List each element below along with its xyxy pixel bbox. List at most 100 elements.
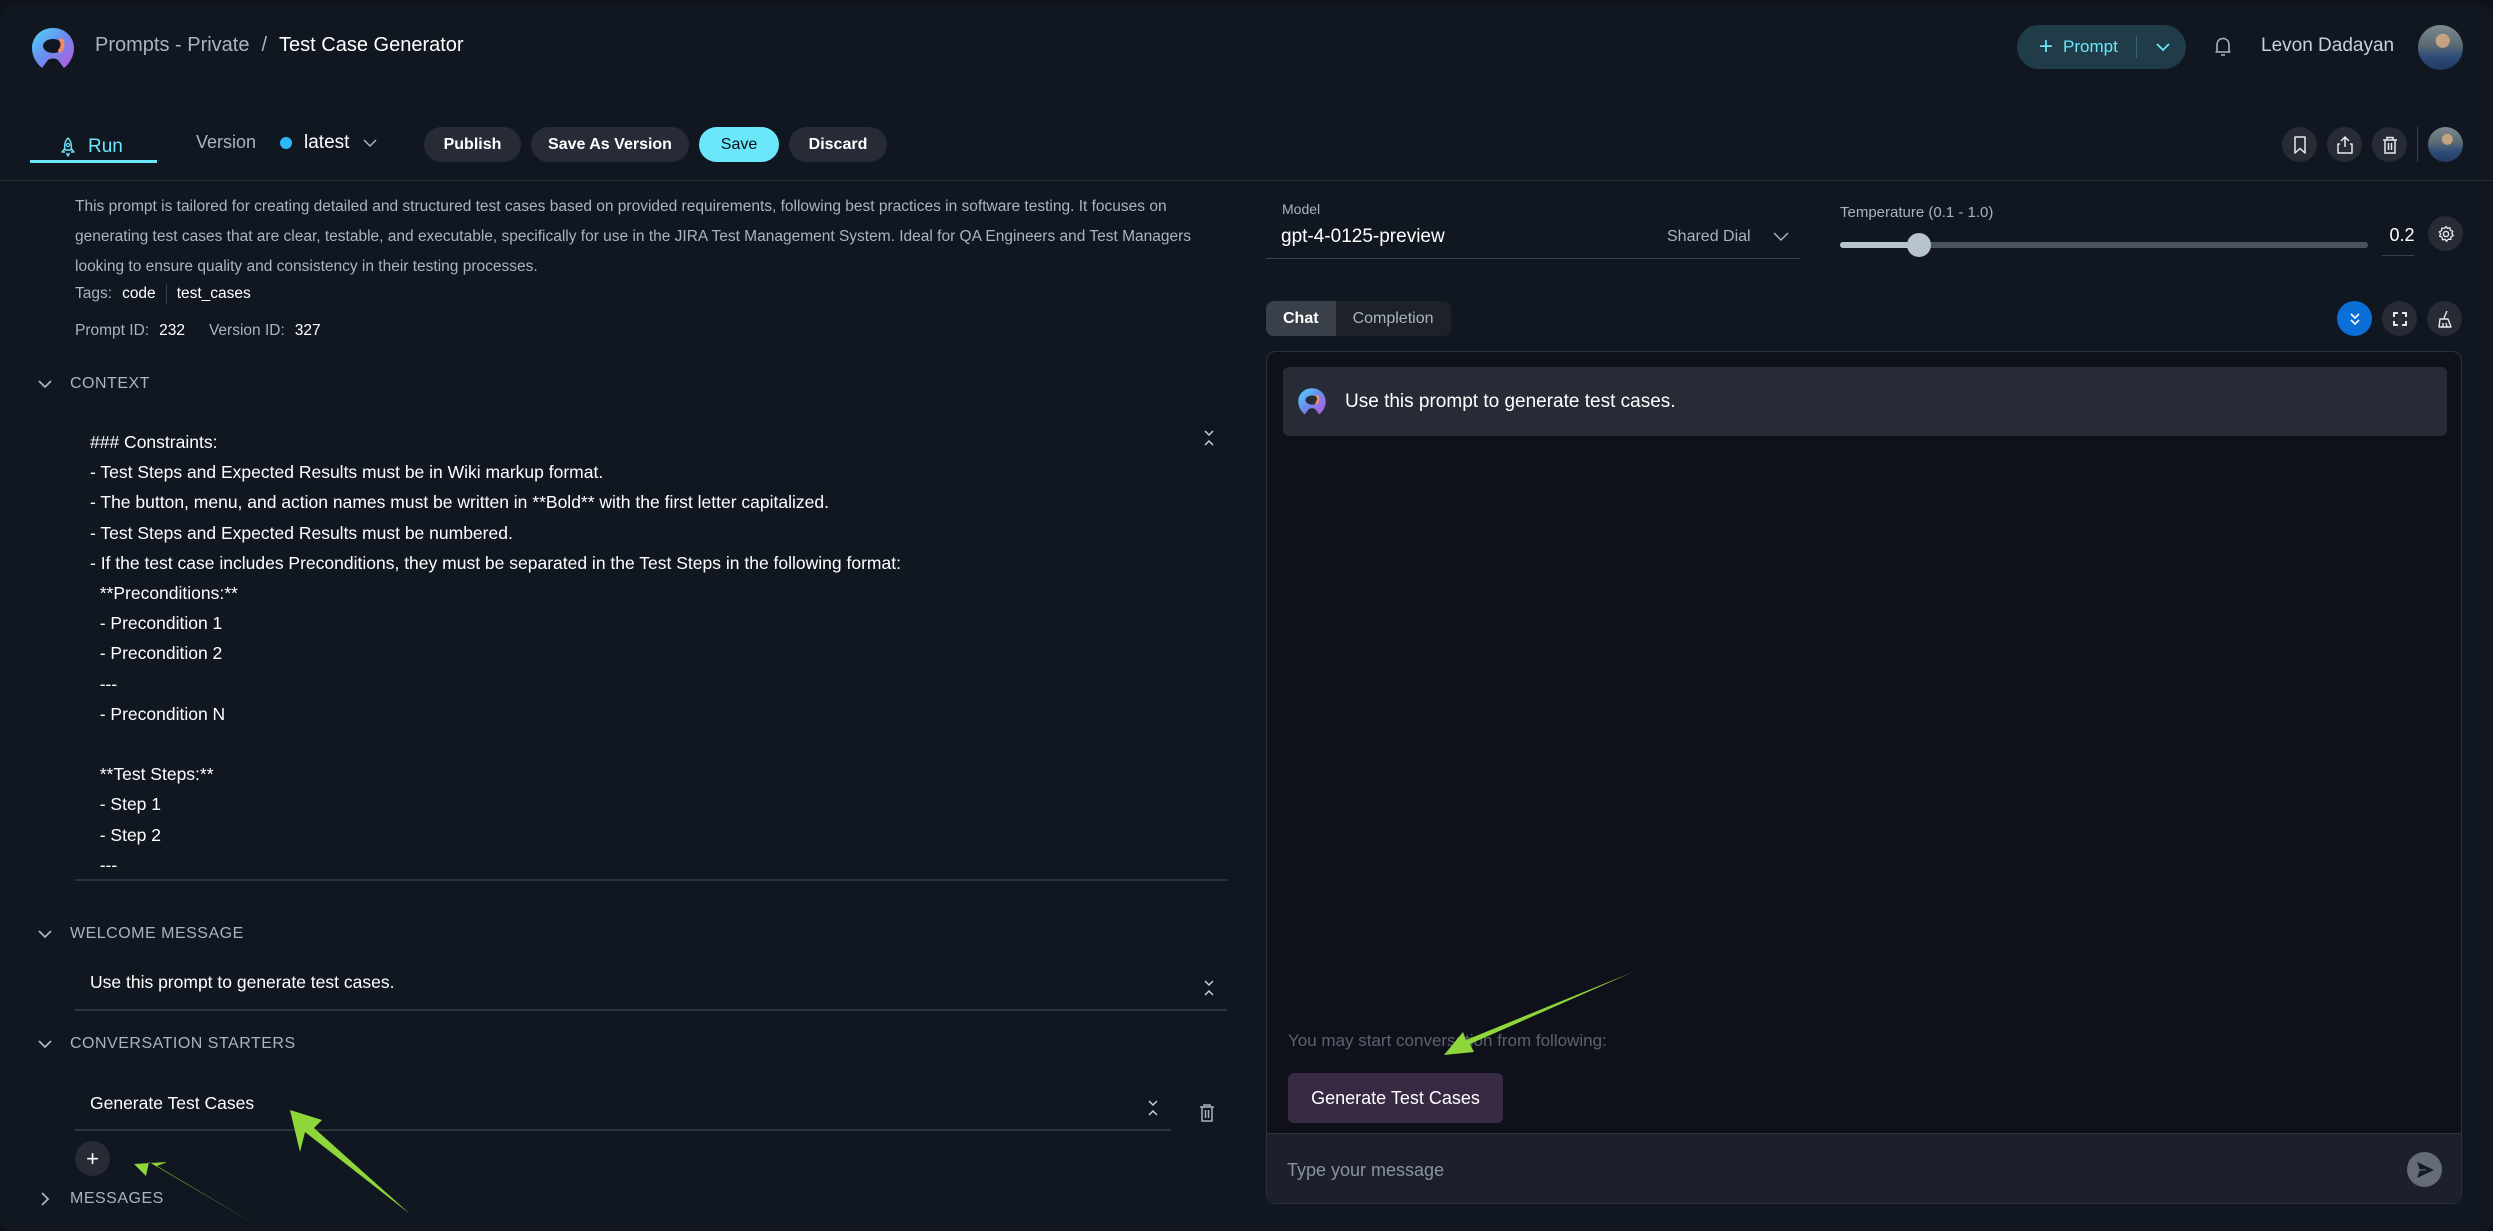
user-name[interactable]: Levon Dadayan xyxy=(2261,35,2394,57)
toolbar-divider xyxy=(2417,127,2418,162)
mode-completion[interactable]: Completion xyxy=(1336,301,1451,336)
temperature-label: Temperature (0.1 - 1.0) xyxy=(1840,204,1994,221)
section-title: CONVERSATION STARTERS xyxy=(70,1035,296,1052)
section-welcome-header[interactable]: WELCOME MESSAGE xyxy=(36,925,244,943)
model-field-underline xyxy=(1266,258,1800,259)
section-context-header[interactable]: CONTEXT xyxy=(36,375,150,393)
context-field-underline xyxy=(75,879,1227,881)
mode-chat[interactable]: Chat xyxy=(1266,301,1336,336)
version-id-label: Version ID: xyxy=(208,322,285,339)
tag[interactable]: code xyxy=(122,285,156,303)
app-logo[interactable] xyxy=(30,26,76,72)
chevron-down-icon xyxy=(1773,232,1789,242)
assistant-avatar-icon xyxy=(1298,387,1326,414)
plus-icon: + xyxy=(2039,33,2054,60)
starter-hint: You may start conversation from followin… xyxy=(1288,1031,1607,1050)
rocket-icon xyxy=(61,137,75,157)
breadcrumb-separator: / xyxy=(261,34,268,56)
breadcrumb: Prompts - Private / Test Case Generator xyxy=(95,34,464,57)
discard-button[interactable]: Discard xyxy=(789,127,887,162)
version-status-dot xyxy=(280,137,292,149)
model-source[interactable]: Shared Dial xyxy=(1667,228,1789,246)
share-icon xyxy=(2336,135,2353,154)
broom-icon xyxy=(2437,310,2452,328)
starter-field-underline xyxy=(75,1129,1171,1131)
export-button[interactable] xyxy=(2327,127,2362,162)
temperature-value-input[interactable]: 0.2 xyxy=(2386,225,2418,246)
assistant-welcome-message: Use this prompt to generate test cases. xyxy=(1283,367,2447,436)
bell-icon[interactable] xyxy=(2210,34,2236,60)
save-button[interactable]: Save xyxy=(699,127,779,162)
collapse-expand-icon[interactable] xyxy=(1202,979,1216,997)
version-id-value: 327 xyxy=(294,322,321,339)
version-label: Version xyxy=(196,132,257,152)
header-divider xyxy=(0,180,2493,181)
tag[interactable]: test_cases xyxy=(177,285,251,303)
collapse-expand-icon[interactable] xyxy=(1202,429,1216,447)
chevron-down-icon xyxy=(38,1040,52,1049)
chevron-down-icon xyxy=(38,380,52,389)
publish-button[interactable]: Publish xyxy=(424,127,521,162)
chevron-down-icon xyxy=(38,930,52,939)
tags-label: Tags: xyxy=(75,285,113,302)
version-select[interactable]: latest xyxy=(304,132,377,154)
new-prompt-label: Prompt xyxy=(2063,37,2118,56)
send-icon xyxy=(2416,1161,2434,1178)
trash-icon xyxy=(2382,136,2397,154)
double-chevron-down-icon xyxy=(2349,312,2360,325)
prompt-id-label: Prompt ID: xyxy=(75,322,150,339)
welcome-message-text: Use this prompt to generate test cases. xyxy=(1345,390,1676,412)
section-starters-header[interactable]: CONVERSATION STARTERS xyxy=(36,1035,296,1053)
fullscreen-button[interactable] xyxy=(2382,301,2417,336)
version-value: latest xyxy=(304,132,350,153)
breadcrumb-current: Test Case Generator xyxy=(279,34,464,56)
temperature-input-underline xyxy=(2382,255,2414,256)
active-tab-indicator xyxy=(30,160,157,163)
scroll-to-bottom-button[interactable] xyxy=(2337,301,2372,336)
section-title: WELCOME MESSAGE xyxy=(70,925,244,942)
breadcrumb-parent[interactable]: Prompts - Private xyxy=(95,34,249,57)
new-prompt-button[interactable]: + Prompt xyxy=(2017,25,2186,69)
delete-prompt-button[interactable] xyxy=(2372,127,2407,162)
delete-starter-icon[interactable] xyxy=(1198,1103,1216,1123)
add-starter-button[interactable]: + xyxy=(75,1141,110,1176)
mode-toggle: Chat Completion xyxy=(1266,301,1451,336)
id-row: Prompt ID: 232 Version ID: 327 xyxy=(75,322,335,340)
welcome-message-input[interactable]: Use this prompt to generate test cases. xyxy=(90,972,394,993)
model-source-label: Shared Dial xyxy=(1667,228,1751,245)
model-select-value[interactable]: gpt-4-0125-preview xyxy=(1281,226,1445,248)
send-button[interactable] xyxy=(2407,1152,2442,1187)
gear-icon xyxy=(2438,225,2454,242)
section-messages-header[interactable]: MESSAGES xyxy=(36,1190,164,1208)
user-avatar[interactable] xyxy=(2418,25,2463,70)
context-textarea[interactable]: ### Constraints: - Test Steps and Expect… xyxy=(90,427,1190,880)
app-window: Prompts - Private / Test Case Generator … xyxy=(0,4,2493,1231)
welcome-field-underline xyxy=(75,1009,1227,1011)
collapse-expand-icon[interactable] xyxy=(1146,1099,1160,1117)
fullscreen-icon xyxy=(2392,311,2407,326)
save-as-version-button[interactable]: Save As Version xyxy=(531,127,689,162)
tags-row: Tags: code test_cases xyxy=(75,284,251,304)
chevron-down-icon xyxy=(363,138,377,147)
prompt-description: This prompt is tailored for creating det… xyxy=(75,198,1192,275)
section-title: CONTEXT xyxy=(70,375,150,392)
section-title: MESSAGES xyxy=(70,1190,164,1207)
message-input[interactable] xyxy=(1287,1156,2387,1184)
plus-icon: + xyxy=(86,1145,99,1171)
prompt-id-value: 232 xyxy=(159,322,185,339)
temperature-slider-thumb[interactable] xyxy=(1906,233,1931,257)
message-composer xyxy=(1267,1133,2461,1203)
author-avatar[interactable] xyxy=(2428,127,2463,162)
starter-input[interactable]: Generate Test Cases xyxy=(90,1093,254,1114)
tag-divider xyxy=(165,284,167,304)
clear-chat-button[interactable] xyxy=(2427,301,2462,336)
tab-run-label: Run xyxy=(88,136,123,157)
bookmark-icon xyxy=(2293,135,2306,154)
conversation-starter-chip[interactable]: Generate Test Cases xyxy=(1288,1073,1503,1123)
chevron-down-icon[interactable] xyxy=(2155,42,2171,52)
chevron-right-icon xyxy=(41,1192,50,1206)
button-divider xyxy=(2135,36,2137,58)
model-settings-button[interactable] xyxy=(2428,216,2463,251)
bookmark-button[interactable] xyxy=(2282,127,2317,162)
model-label: Model xyxy=(1282,201,1321,217)
